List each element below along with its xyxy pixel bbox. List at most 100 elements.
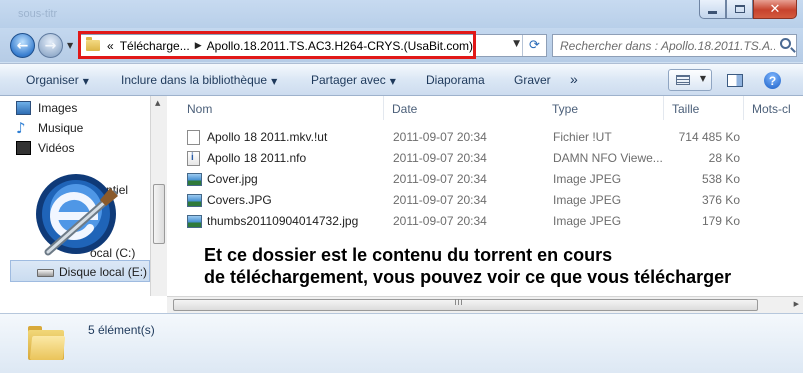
column-header-label: Type bbox=[552, 102, 579, 116]
forward-button[interactable]: → bbox=[38, 33, 63, 58]
column-header-name[interactable]: Nom bbox=[179, 96, 384, 120]
file-row[interactable]: thumbs20110904014732.jpg 2011-09-07 20:3… bbox=[167, 211, 803, 232]
command-bar: Organiser ▼ Inclure dans la bibliothèque ▼… bbox=[0, 63, 803, 96]
highlight-annotation-box bbox=[78, 31, 476, 59]
minimize-icon bbox=[708, 10, 717, 14]
column-header-size[interactable]: Taille bbox=[664, 96, 744, 120]
recent-pages-dropdown[interactable]: ▼ bbox=[67, 41, 73, 50]
details-pane: 5 élément(s) bbox=[0, 313, 803, 373]
scroll-up-icon[interactable]: ▲ bbox=[155, 99, 160, 107]
hard-drive-icon bbox=[37, 269, 54, 277]
nav-item-local-disk-e[interactable]: Disque local (E:) bbox=[37, 263, 148, 281]
scrollbar-thumb[interactable] bbox=[153, 184, 165, 244]
file-date: 2011-09-07 20:34 bbox=[393, 214, 487, 228]
refresh-icon: ⟳ bbox=[529, 38, 540, 53]
scroll-right-icon[interactable]: ▶ bbox=[794, 300, 799, 308]
navigation-pane-scrollbar[interactable]: ▲ bbox=[150, 96, 167, 296]
nav-item-music[interactable]: ♪ Musique bbox=[16, 119, 84, 137]
window-title: sous-titr bbox=[18, 8, 58, 20]
nav-item-label: Images bbox=[38, 101, 78, 115]
search-icon[interactable] bbox=[780, 38, 791, 49]
music-note-icon: ♪ bbox=[16, 119, 26, 137]
file-size: 714 485 Ko bbox=[678, 130, 740, 144]
pictures-icon bbox=[16, 101, 31, 115]
file-name: Cover.jpg bbox=[207, 172, 258, 186]
arrow-left-icon: ← bbox=[16, 37, 29, 54]
nav-item-label: Musique bbox=[38, 121, 84, 135]
preview-pane-button[interactable] bbox=[727, 74, 743, 87]
file-row[interactable]: Covers.JPG 2011-09-07 20:34 Image JPEG 3… bbox=[167, 190, 803, 211]
minimize-button[interactable] bbox=[699, 0, 726, 19]
burn-button[interactable]: Graver bbox=[514, 73, 551, 87]
column-header-type[interactable]: Type bbox=[544, 96, 664, 120]
nav-item-images[interactable]: Images bbox=[16, 99, 78, 117]
share-with-menu[interactable]: Partager avec ▼ bbox=[311, 73, 396, 87]
annotation-line: de téléchargement, vous pouvez voir ce q… bbox=[204, 267, 732, 287]
organiser-menu[interactable]: Organiser ▼ bbox=[26, 73, 89, 87]
slideshow-button[interactable]: Diaporama bbox=[426, 73, 485, 87]
include-library-label: Inclure dans la bibliothèque bbox=[121, 73, 268, 87]
annotation-caption: Et ce dossier est le contenu du torrent … bbox=[204, 244, 731, 288]
nav-item-label: Disque local (E:) bbox=[59, 265, 148, 279]
scrollbar-grip-icon bbox=[455, 299, 463, 305]
file-size: 376 Ko bbox=[701, 193, 740, 207]
column-header-label: Nom bbox=[187, 102, 213, 116]
item-count: 5 élément(s) bbox=[88, 323, 155, 337]
chevron-down-icon: ▼ bbox=[389, 77, 396, 86]
navigation-bar: ← → ▼ « Télécharge... ▶ Apollo.18.2011.T… bbox=[0, 28, 803, 62]
image-icon bbox=[187, 194, 202, 207]
file-date: 2011-09-07 20:34 bbox=[393, 130, 487, 144]
search-input[interactable] bbox=[553, 35, 775, 56]
nav-item-videos[interactable]: Vidéos bbox=[16, 139, 75, 157]
details-view-icon bbox=[676, 75, 690, 85]
help-icon: ? bbox=[768, 73, 777, 88]
file-row[interactable]: Apollo 18 2011.mkv.!ut 2011-09-07 20:34 … bbox=[167, 127, 803, 148]
close-button[interactable]: ✕ bbox=[753, 0, 797, 19]
column-header-label: Taille bbox=[672, 102, 700, 116]
share-with-label: Partager avec bbox=[311, 73, 386, 87]
file-type: Fichier !UT bbox=[553, 130, 612, 144]
file-type: Image JPEG bbox=[553, 214, 622, 228]
maximize-button[interactable] bbox=[726, 0, 753, 19]
search-box[interactable] bbox=[552, 34, 797, 57]
window-controls: ✕ bbox=[699, 0, 797, 19]
annotation-line: Et ce dossier est le contenu du torrent … bbox=[204, 245, 613, 265]
maximize-icon bbox=[734, 5, 745, 13]
refresh-button[interactable]: ⟳ bbox=[522, 35, 546, 56]
arrow-right-icon: → bbox=[44, 37, 57, 54]
file-type: DAMN NFO Viewe... bbox=[553, 151, 663, 165]
chevron-down-icon: ▼ bbox=[82, 77, 89, 86]
column-header-tags[interactable]: Mots-cl bbox=[744, 96, 803, 120]
file-date: 2011-09-07 20:34 bbox=[393, 172, 487, 186]
scrollbar-thumb[interactable] bbox=[173, 299, 758, 311]
nav-item-label: Vidéos bbox=[38, 141, 75, 155]
more-commands-button[interactable]: » bbox=[570, 71, 578, 87]
column-header-date[interactable]: Date bbox=[384, 96, 549, 120]
file-row[interactable]: Cover.jpg 2011-09-07 20:34 Image JPEG 53… bbox=[167, 169, 803, 190]
file-size: 538 Ko bbox=[701, 172, 740, 186]
chevron-down-icon: ▼ bbox=[699, 74, 706, 83]
column-header-label: Date bbox=[392, 102, 418, 116]
file-size: 179 Ko bbox=[701, 214, 740, 228]
file-icon bbox=[187, 130, 200, 145]
back-button[interactable]: ← bbox=[10, 33, 35, 58]
include-library-menu[interactable]: Inclure dans la bibliothèque ▼ bbox=[121, 73, 277, 87]
file-name: Apollo 18 2011.mkv.!ut bbox=[207, 130, 328, 144]
help-button[interactable]: ? bbox=[764, 72, 781, 89]
file-size: 28 Ko bbox=[708, 151, 740, 165]
file-list-horizontal-scrollbar[interactable]: ▶ bbox=[167, 296, 803, 313]
file-name: Apollo 18 2011.nfo bbox=[207, 151, 307, 165]
title-bar: sous-titr ✕ bbox=[0, 0, 803, 28]
file-date: 2011-09-07 20:34 bbox=[393, 193, 487, 207]
address-history-dropdown[interactable]: ▼ bbox=[513, 39, 520, 49]
change-view-button[interactable]: ▼ bbox=[668, 69, 712, 91]
film-icon bbox=[16, 141, 31, 155]
image-icon bbox=[187, 173, 202, 186]
file-date: 2011-09-07 20:34 bbox=[393, 151, 487, 165]
file-type: Image JPEG bbox=[553, 193, 622, 207]
nfo-icon bbox=[187, 151, 200, 166]
navigation-pane-footer bbox=[0, 296, 167, 313]
chevron-down-icon: ▼ bbox=[271, 77, 278, 86]
file-type: Image JPEG bbox=[553, 172, 622, 186]
file-row[interactable]: Apollo 18 2011.nfo 2011-09-07 20:34 DAMN… bbox=[167, 148, 803, 169]
